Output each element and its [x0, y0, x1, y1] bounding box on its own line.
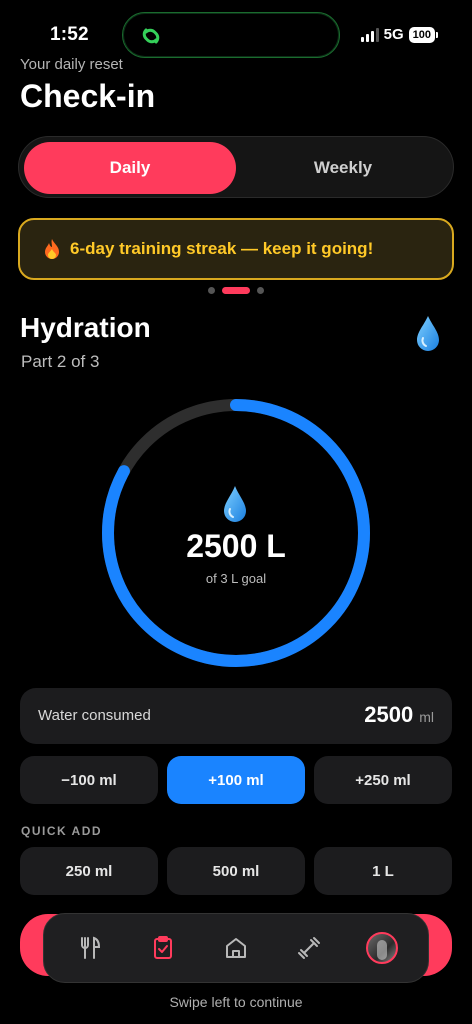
section-part: Part 2 of 3	[21, 352, 100, 371]
section-title: Hydration	[20, 312, 151, 343]
quick-add-label: QUICK ADD	[21, 824, 103, 838]
increase-250-button[interactable]: +250 ml	[314, 756, 452, 804]
tab-daily[interactable]: Daily	[24, 142, 236, 194]
swipe-hint: Swipe left to continue	[169, 994, 303, 1010]
home-icon	[225, 938, 246, 958]
streak-text: 6-day training streak — keep it going!	[70, 239, 374, 258]
streak-banner: 6-day training streak — keep it going!	[18, 218, 454, 280]
water-consumed-value: 2500 ml	[364, 702, 434, 728]
tab-weekly[interactable]: Weekly	[237, 142, 449, 194]
water-drop-icon	[224, 486, 246, 522]
fork-knife-icon	[81, 936, 101, 959]
water-consumed-label: Water consumed	[38, 707, 151, 724]
quick-add-500-button[interactable]: 500 ml	[167, 847, 305, 895]
flame-icon	[45, 239, 59, 259]
tab-nutrition[interactable]	[70, 928, 110, 968]
quick-add-250-button[interactable]: 250 ml	[20, 847, 158, 895]
status-indicators: 5G 100	[360, 26, 438, 43]
bottom-tab-bar	[43, 913, 429, 983]
network-label: 5G	[383, 26, 404, 43]
water-drop-icon	[417, 316, 439, 351]
dumbbell-icon	[297, 937, 320, 959]
water-consumed-row: Water consumed 2500 ml	[20, 688, 452, 744]
decrease-100-button[interactable]: −100 ml	[20, 756, 158, 804]
tab-check-in[interactable]	[143, 928, 183, 968]
dynamic-island	[122, 12, 340, 58]
avatar	[365, 932, 398, 964]
status-bar: 1:52 5G 100	[0, 0, 472, 64]
link-icon	[142, 28, 160, 44]
page-dot-active	[222, 287, 250, 294]
battery-level: 100	[408, 26, 435, 43]
page-title: Check-in	[20, 78, 156, 114]
tab-profile[interactable]	[362, 928, 402, 968]
tab-home[interactable]	[216, 928, 256, 968]
page-dot	[208, 287, 215, 294]
signal-icon	[360, 27, 379, 42]
hydration-value: 2500 L	[186, 528, 286, 564]
page-subtitle: Your daily reset	[20, 56, 123, 73]
status-time: 1:52	[50, 24, 89, 45]
hydration-goal: of 3 L goal	[205, 571, 267, 586]
page-dot	[257, 287, 264, 294]
clipboard-check-icon	[154, 936, 173, 959]
tab-workouts[interactable]	[289, 928, 329, 968]
page-indicator	[0, 287, 472, 294]
water-unit: ml	[419, 709, 434, 725]
quick-add-1l-button[interactable]: 1 L	[314, 847, 452, 895]
period-segmented-control: Daily Weekly	[18, 136, 454, 198]
increase-100-button[interactable]: +100 ml	[167, 756, 305, 804]
battery-icon: 100	[408, 26, 438, 43]
water-amount: 2500	[364, 702, 414, 727]
